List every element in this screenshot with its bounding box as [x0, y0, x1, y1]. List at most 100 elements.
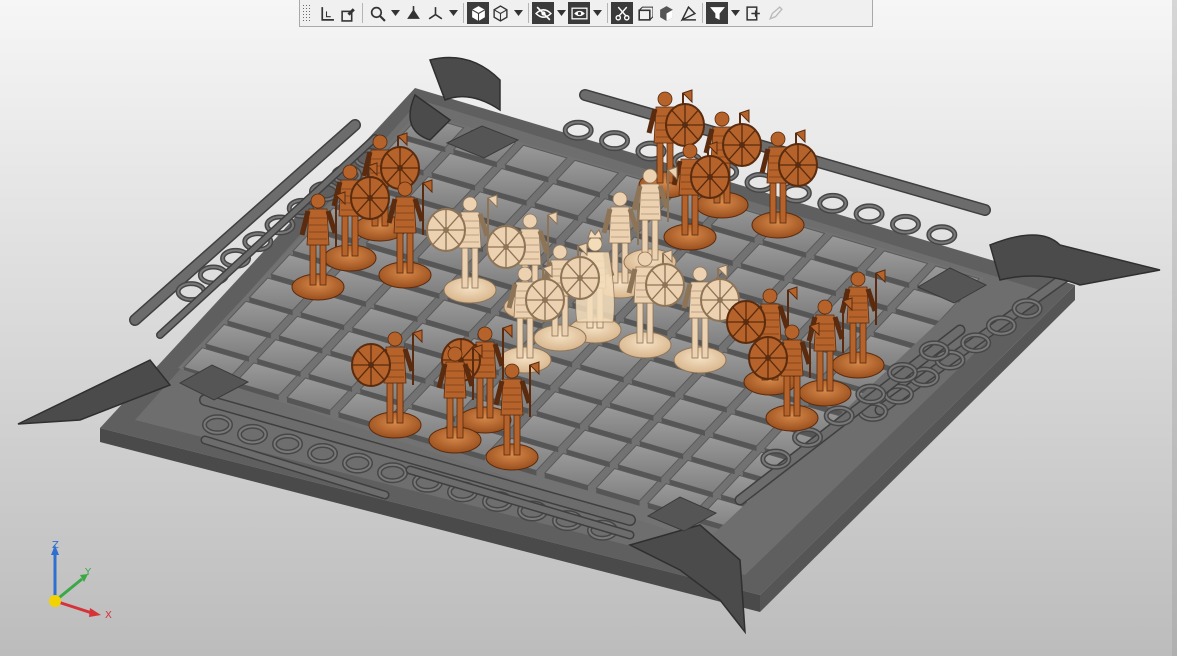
piece-base	[618, 331, 672, 359]
piece-base	[663, 223, 717, 251]
piece-leg	[516, 317, 524, 359]
piece-base	[751, 211, 805, 239]
filter-button[interactable]	[706, 2, 728, 24]
piece-leg	[503, 414, 511, 456]
piece-head	[817, 299, 833, 315]
shaded-display-button[interactable]	[467, 2, 489, 24]
toolbar-separator	[463, 3, 464, 23]
piece-leg	[779, 182, 787, 224]
piece-leg	[386, 382, 394, 424]
piece-leg	[526, 317, 534, 359]
piece-head	[504, 363, 520, 379]
piece-arm	[759, 148, 771, 174]
toolbar-separator	[362, 3, 363, 23]
scene-icon	[679, 5, 696, 22]
view-cube-button[interactable]	[633, 2, 655, 24]
piece-head	[657, 91, 673, 107]
orient-button[interactable]	[402, 2, 424, 24]
x-axis-arrow	[89, 608, 101, 617]
model-scene[interactable]	[0, 0, 1177, 656]
caret-down-icon	[592, 10, 602, 16]
sketch-button[interactable]	[315, 2, 337, 24]
piece-head	[637, 251, 653, 267]
wireframe-display-dropdown[interactable]	[511, 2, 525, 24]
toolbar-separator	[528, 3, 529, 23]
filter-funnel-icon	[709, 6, 725, 20]
piece-torso	[443, 361, 467, 399]
section-view-button[interactable]	[611, 2, 633, 24]
wireframe-display-button[interactable]	[489, 2, 511, 24]
piece-head	[310, 193, 326, 209]
piece-head	[784, 324, 800, 340]
piece-leg	[446, 397, 454, 439]
piece-head	[682, 143, 698, 159]
shield-boss	[542, 297, 548, 303]
piece-base	[831, 351, 885, 379]
shield-boss	[443, 227, 449, 233]
piece-leg	[651, 219, 659, 261]
frame-corner-tusk	[989, 234, 1161, 286]
piece-head	[397, 181, 413, 197]
piece-base	[368, 411, 422, 439]
triad-view-icon	[428, 6, 442, 19]
view-orientation-dropdown[interactable]	[446, 2, 460, 24]
section-scissors-icon	[614, 6, 630, 21]
piece-head	[462, 196, 478, 212]
piece-leg	[406, 232, 414, 274]
graphics-viewport[interactable]: Z Y X	[0, 0, 1177, 656]
piece-head	[522, 213, 538, 229]
piece-leg	[513, 414, 521, 456]
zoom-dropdown[interactable]	[388, 2, 402, 24]
toolbar-grip-icon[interactable]	[302, 3, 312, 23]
shield-boss	[739, 142, 745, 148]
piece-leg	[793, 375, 801, 417]
view-orientation-button[interactable]	[424, 2, 446, 24]
x-axis-label: X	[105, 610, 112, 621]
hide-show-button[interactable]	[532, 2, 554, 24]
piece-head	[714, 111, 730, 127]
appearance-button[interactable]	[655, 2, 677, 24]
axe-head	[795, 129, 806, 144]
triad-axes	[49, 545, 101, 617]
caret-down-icon	[730, 10, 740, 16]
axe-head	[739, 109, 750, 124]
piece-leg	[396, 382, 404, 424]
filter-dropdown[interactable]	[728, 2, 742, 24]
shield-boss	[795, 162, 801, 168]
zoom-button[interactable]	[366, 2, 388, 24]
render-settings-button[interactable]	[742, 2, 764, 24]
markup-button	[764, 2, 786, 24]
piece-leg	[476, 377, 484, 419]
axe-head	[682, 89, 693, 104]
piece-base	[798, 379, 852, 407]
scene-button[interactable]	[677, 2, 699, 24]
toolbar-separator	[607, 3, 608, 23]
piece-leg	[816, 350, 824, 392]
visibility-button[interactable]	[568, 2, 590, 24]
triad-origin	[49, 595, 61, 607]
sketch-plane-button[interactable]	[337, 2, 359, 24]
piece-leg	[769, 182, 777, 224]
hide-show-dropdown[interactable]	[554, 2, 568, 24]
piece-leg	[456, 397, 464, 439]
visibility-dropdown[interactable]	[590, 2, 604, 24]
piece-torso	[306, 208, 330, 246]
piece-base	[673, 346, 727, 374]
eye-slash-icon	[534, 6, 552, 20]
shield-boss	[577, 275, 583, 281]
piece-leg	[859, 322, 867, 364]
piece-base	[485, 443, 539, 471]
orient-view-icon	[406, 5, 420, 19]
piece-head	[692, 266, 708, 282]
shield-boss	[367, 195, 373, 201]
piece-torso	[500, 378, 524, 416]
piece-leg	[783, 375, 791, 417]
wireframe-cube-icon	[492, 4, 508, 22]
z-axis-label: Z	[52, 540, 59, 551]
piece-base	[533, 324, 587, 352]
piece-leg	[656, 142, 664, 184]
shield-boss	[765, 355, 771, 361]
piece-head	[587, 236, 603, 252]
piece-leg	[701, 317, 709, 359]
piece-head	[342, 164, 358, 180]
